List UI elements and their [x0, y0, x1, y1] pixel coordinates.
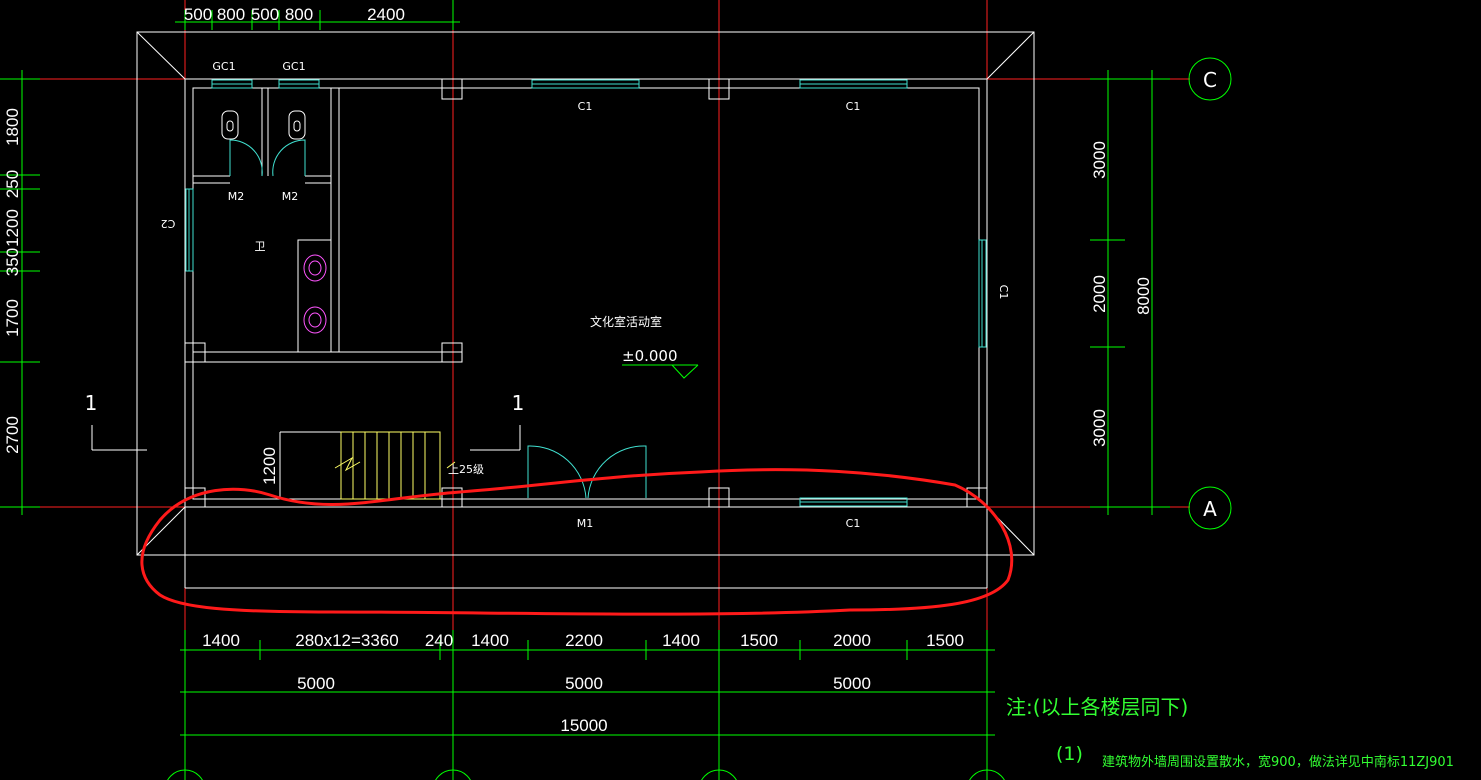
axis-a-label: A [1203, 497, 1217, 521]
dim-left-6: 2700 [3, 416, 22, 454]
dim-left-1: 1800 [3, 108, 22, 146]
window-label-c1-top-b: C1 [846, 100, 861, 113]
dim-bay-1: 5000 [297, 674, 335, 693]
elevation-label: ±0.000 [622, 347, 678, 365]
dim-bottom-5: 2200 [565, 631, 603, 650]
note-item-number: (1) [1056, 743, 1083, 765]
floor-plan-drawing: C A GC1 GC1 C1 C1 C1 C1 C2 M2 M2 M1 卫 文化… [0, 0, 1454, 780]
dim-bottom-6: 1400 [662, 631, 700, 650]
bottom-axis-bubbles [167, 769, 1005, 780]
dim-bottom-4: 1400 [471, 631, 509, 650]
door-label-m1: M1 [577, 517, 594, 530]
section-marks [91, 425, 521, 451]
stair [334, 431, 456, 500]
stair-note: 上25级 [448, 463, 484, 476]
window-label-c1-top-a: C1 [578, 100, 593, 113]
dim-left-2: 250 [3, 170, 22, 198]
red-markup-circle [140, 468, 1014, 616]
dim-bottom-7: 1500 [740, 631, 778, 650]
section-mark-left: 1 [85, 391, 98, 415]
window-label-c1-bottom: C1 [846, 517, 861, 530]
dim-right-2: 2000 [1090, 275, 1109, 313]
room-mark-toilet: 卫 [255, 240, 266, 253]
dim-bay-3: 5000 [833, 674, 871, 693]
windows [185, 79, 987, 507]
door-label-m2-a: M2 [228, 190, 245, 203]
axis-lines [0, 0, 1190, 780]
axis-bubble-a: A [1188, 486, 1232, 530]
dim-right-total: 8000 [1134, 277, 1153, 315]
dim-bottom-1: 1400 [202, 631, 240, 650]
dim-top-3: 500 [251, 5, 279, 24]
dim-left-3: 1200 [3, 209, 22, 247]
axis-c-label: C [1203, 68, 1217, 92]
window-label-c2: C2 [161, 217, 176, 230]
door-label-m2-b: M2 [282, 190, 299, 203]
dim-top-2: 800 [217, 5, 245, 24]
elevation-symbol [622, 364, 699, 379]
washbasin-fixtures [297, 239, 332, 353]
dim-bottom-9: 1500 [926, 631, 964, 650]
note-title: 注:(以上各楼层同下) [1006, 695, 1188, 719]
window-label-c1-right: C1 [997, 285, 1010, 300]
section-mark-right: 1 [512, 391, 525, 415]
axis-bubble-c: C [1188, 57, 1232, 101]
dimension-lines [0, 0, 1170, 780]
window-label-gc1-b: GC1 [282, 60, 305, 73]
note-item-text: 建筑物外墙周围设置散水，宽900，做法详见中南标11ZJ901 [1102, 754, 1454, 770]
room-name: 文化室活动室 [590, 314, 662, 329]
dim-bottom-8: 2000 [833, 631, 871, 650]
dim-bottom-2: 280x12=3360 [295, 631, 399, 650]
dim-top-5: 2400 [367, 5, 405, 24]
dim-top-1: 500 [184, 5, 212, 24]
dim-total: 15000 [560, 716, 607, 735]
dim-right-1: 3000 [1090, 141, 1109, 179]
dim-bay-2: 5000 [565, 674, 603, 693]
dim-left-5: 1700 [3, 299, 22, 337]
stair-width-dimension: 1200 [260, 447, 279, 485]
toilet-fixtures [221, 110, 306, 140]
dim-left-4: 350 [3, 248, 22, 276]
window-label-gc1-a: GC1 [212, 60, 235, 73]
dim-bottom-3: 240 [425, 631, 453, 650]
dim-right-3: 3000 [1090, 409, 1109, 447]
dim-top-4: 800 [285, 5, 313, 24]
